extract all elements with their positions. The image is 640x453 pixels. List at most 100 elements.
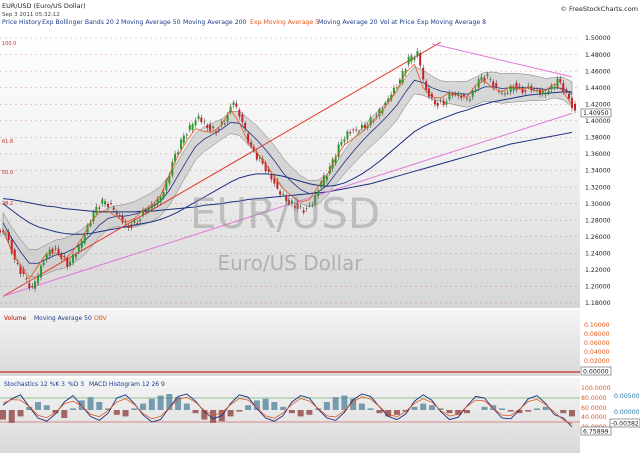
candle-body — [553, 86, 556, 89]
price-tick-label: 1.30000 — [585, 201, 611, 208]
macd-bar — [411, 406, 418, 410]
macd-bar — [0, 410, 6, 420]
stock-chart: EUR/USD (Euro/US Dollar) Sep 3 2011 05:3… — [0, 0, 640, 453]
macd-bar — [332, 397, 339, 410]
macd-bar — [227, 410, 234, 417]
price-tick-label: 1.44000 — [585, 85, 611, 92]
macd-bar — [498, 408, 505, 410]
candle-body — [474, 89, 477, 92]
candle-body — [349, 132, 352, 134]
candle-body — [235, 103, 238, 107]
candle-body — [197, 116, 200, 120]
candle-body — [7, 231, 10, 241]
candle-body — [98, 207, 101, 209]
candle-body — [495, 83, 498, 87]
candle-body — [223, 123, 226, 125]
volume-legend-item: Moving Average 50 — [34, 315, 92, 322]
legend-item: Vol at Price — [380, 19, 415, 26]
macd-bar — [61, 410, 68, 418]
candle-body — [355, 129, 358, 131]
macd-bar — [376, 410, 383, 414]
macd-bar — [157, 395, 164, 410]
candle-body — [395, 87, 398, 89]
candle-body — [468, 99, 471, 101]
candle-body — [571, 98, 573, 108]
candle-body — [34, 281, 37, 289]
candle-body — [182, 135, 185, 143]
candle-body — [136, 223, 139, 224]
candle-body — [503, 93, 506, 95]
candle-body — [238, 109, 241, 117]
candle-body — [445, 101, 448, 105]
macd-bar — [35, 402, 42, 410]
candle-body — [363, 124, 366, 128]
candle-body — [95, 206, 98, 214]
candle-body — [352, 129, 355, 131]
macd-bar — [367, 408, 374, 410]
price-tick-label: 1.20000 — [585, 284, 611, 291]
candle-body — [63, 256, 66, 258]
candle-body — [500, 93, 503, 94]
volume-last-value: 0.00000 — [583, 369, 609, 376]
macd-bar — [113, 410, 120, 415]
candle-body — [471, 90, 474, 97]
legend-item: Moving Average 50 — [121, 19, 181, 26]
candle-body — [538, 89, 541, 95]
fib-label: 38.2 — [2, 201, 13, 207]
price-tick-label: 1.26000 — [585, 234, 611, 241]
volume-tick: 0.02000 — [584, 358, 610, 365]
osc-tick: 60.0000 — [581, 405, 607, 412]
candle-body — [28, 283, 31, 288]
candle-body — [422, 67, 425, 80]
candle-body — [83, 235, 86, 244]
candle-body — [492, 81, 495, 88]
candle-body — [191, 124, 194, 130]
volume-tick: 0.10000 — [584, 322, 610, 329]
candle-body — [574, 103, 576, 111]
candle-body — [104, 201, 107, 205]
macd-bar — [140, 403, 147, 410]
volume-axis: 0.10000 0.08000 0.06000 0.04000 0.02000 — [584, 322, 610, 365]
macd-bar — [393, 410, 400, 415]
price-tick-label: 1.48000 — [585, 52, 611, 59]
candle-body — [541, 90, 544, 94]
candle-body — [416, 51, 419, 57]
legend-item: Moving Average 200 — [183, 19, 247, 26]
chart-title: EUR/USD (Euro/US Dollar) — [2, 2, 86, 10]
candle-body — [244, 123, 247, 129]
candle-body — [360, 124, 363, 128]
candle-body — [559, 78, 562, 83]
candle-body — [209, 124, 212, 131]
price-tick-label: 1.46000 — [585, 68, 611, 75]
price-tick-label: 1.22000 — [585, 267, 611, 274]
candle-body — [57, 248, 60, 254]
stoch-last-value: 6.75899 — [583, 429, 609, 436]
candle-body — [112, 207, 115, 210]
macd-bar — [70, 408, 77, 410]
price-tick-label: 1.34000 — [585, 168, 611, 175]
price-tick-label: 1.40000 — [585, 118, 611, 125]
macd-bar — [8, 410, 15, 423]
macd-bar — [569, 410, 575, 417]
macd-bar — [148, 398, 155, 410]
osc-legend-item: MACD Histogram 12 26 9 — [89, 381, 165, 388]
candle-body — [200, 117, 203, 123]
candle-body — [40, 265, 43, 278]
macd-bar — [262, 398, 269, 410]
candle-body — [343, 139, 346, 142]
price-tick-label: 1.36000 — [585, 151, 611, 158]
macd-bar — [17, 410, 24, 417]
candle-body — [392, 87, 395, 94]
watermark-symbol: EUR/USD — [190, 189, 380, 238]
watermark-name: Euro/US Dollar — [218, 251, 364, 275]
macd-bar — [446, 410, 453, 414]
candle-body — [486, 74, 489, 77]
volume-tick: 0.08000 — [584, 331, 610, 338]
candle-body — [544, 92, 547, 95]
macd-bar — [122, 410, 129, 417]
candle-body — [31, 286, 34, 287]
candle-body — [346, 131, 349, 140]
macd-bar — [533, 408, 540, 410]
candle-body — [410, 55, 413, 62]
macd-bar — [525, 410, 532, 412]
